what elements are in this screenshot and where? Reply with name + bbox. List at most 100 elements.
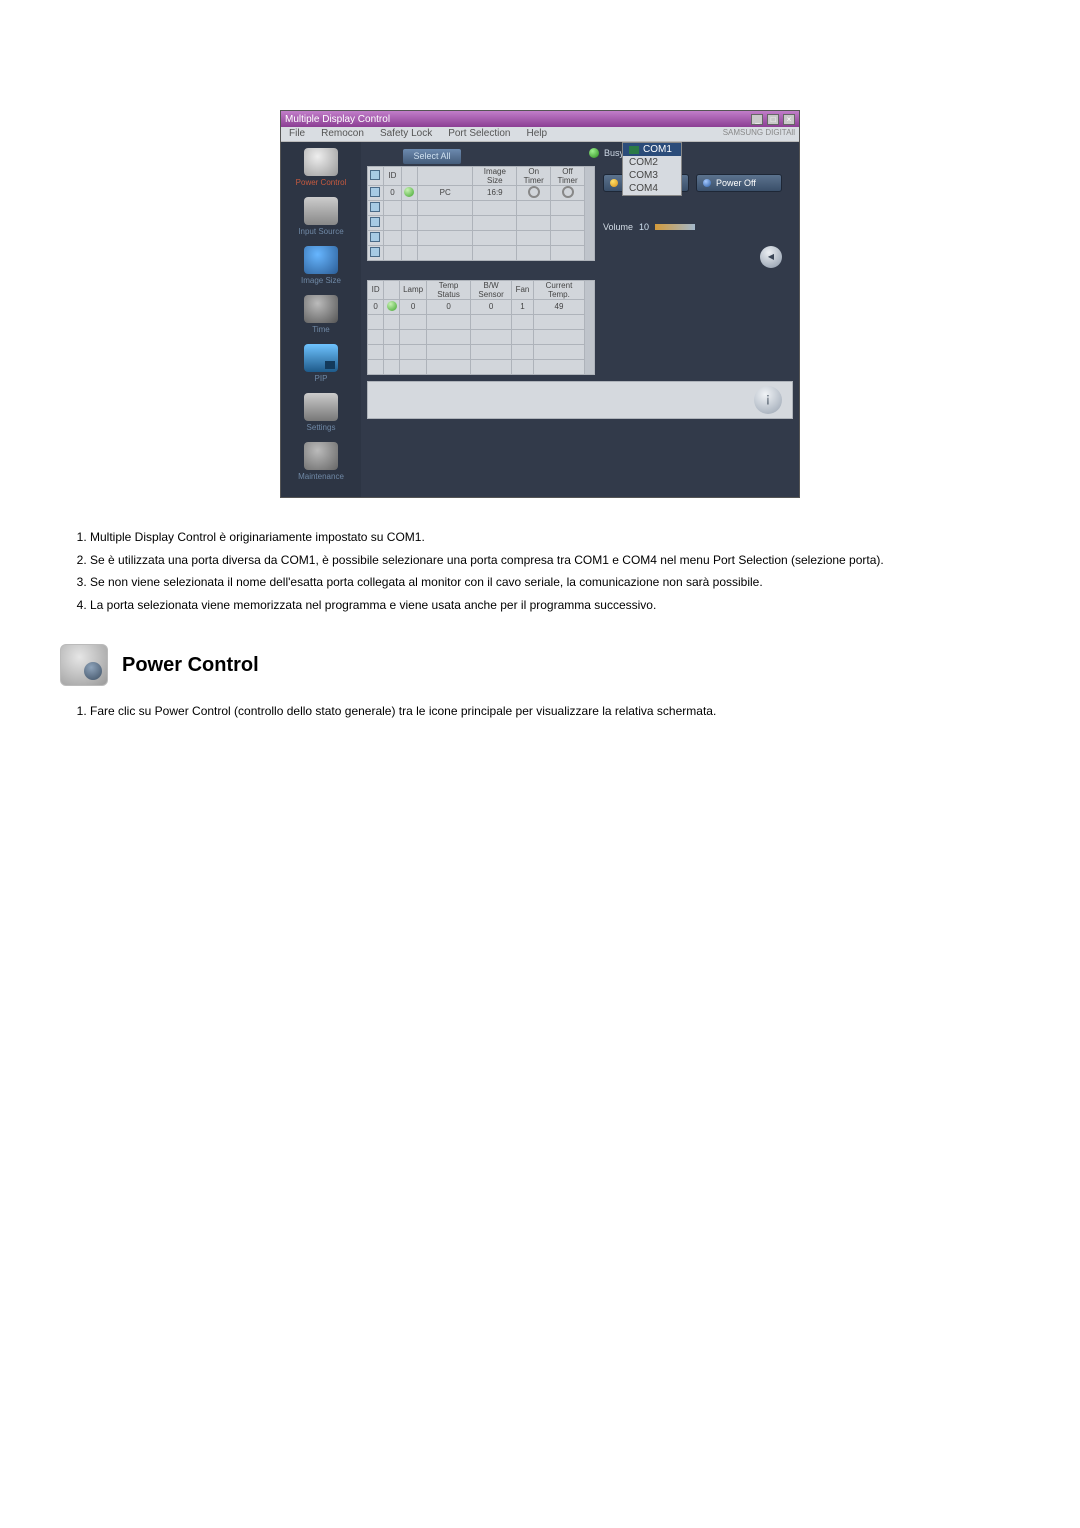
cell-bw: 0 xyxy=(471,299,512,314)
volume-slider[interactable] xyxy=(655,224,695,230)
table-row xyxy=(368,215,595,230)
info-button[interactable] xyxy=(754,386,782,414)
volume-label: Volume xyxy=(603,222,633,232)
table-row xyxy=(368,230,595,245)
row-checkbox[interactable] xyxy=(370,202,380,212)
cell-fan: 1 xyxy=(511,299,533,314)
input-source-icon xyxy=(304,197,338,225)
power-off-label: Power Off xyxy=(716,178,756,188)
col-id: ID xyxy=(368,280,384,299)
row-checkbox[interactable] xyxy=(370,217,380,227)
sidebar: Power Control Input Source Image Size Ti… xyxy=(281,142,361,497)
row-checkbox[interactable] xyxy=(370,232,380,242)
select-all-checkbox[interactable] xyxy=(370,170,380,180)
menu-safety-lock[interactable]: Safety Lock xyxy=(372,127,440,141)
menu-file[interactable]: File xyxy=(281,127,313,141)
menu-port-selection[interactable]: Port Selection xyxy=(440,127,518,141)
list-item: Fare clic su Power Control (controllo de… xyxy=(90,702,1020,721)
menu-help[interactable]: Help xyxy=(518,127,555,141)
upper-area: ID Image Size On Timer Off Timer 0 xyxy=(361,166,799,276)
power-icon xyxy=(304,148,338,176)
app-window: Multiple Display Control _ □ × File Remo… xyxy=(280,110,800,498)
port-selection-dropdown[interactable]: COM1 COM2 COM3 COM4 xyxy=(622,142,682,196)
titlebar: Multiple Display Control _ □ × xyxy=(281,111,799,127)
table-row xyxy=(368,329,595,344)
maximize-button[interactable]: □ xyxy=(767,114,779,125)
list-item: Multiple Display Control è originariamen… xyxy=(90,528,1020,547)
cell-size: 16:9 xyxy=(473,185,517,200)
table-row xyxy=(368,245,595,260)
table-row xyxy=(368,344,595,359)
cell-lamp: 0 xyxy=(400,299,426,314)
sidebar-item-maintenance[interactable]: Maintenance xyxy=(281,442,361,481)
section-notes: Fare clic su Power Control (controllo de… xyxy=(90,702,1020,721)
port-option-com2[interactable]: COM2 xyxy=(623,156,681,169)
sidebar-item-time[interactable]: Time xyxy=(281,295,361,334)
power-control-icon xyxy=(60,644,108,686)
sidebar-item-power-control[interactable]: Power Control xyxy=(281,148,361,187)
table-row xyxy=(368,359,595,374)
pip-icon xyxy=(304,344,338,372)
cell-cur: 49 xyxy=(534,299,585,314)
table-row: 0 0 0 0 1 49 xyxy=(368,299,595,314)
status-dot-icon xyxy=(404,187,414,197)
screenshot-container: Multiple Display Control _ □ × File Remo… xyxy=(60,110,1020,498)
row-checkbox[interactable] xyxy=(370,247,380,257)
sidebar-item-label: Settings xyxy=(281,423,361,432)
col-off-timer: Off Timer xyxy=(551,166,585,185)
window-title: Multiple Display Control xyxy=(285,114,390,125)
sidebar-item-input-source[interactable]: Input Source xyxy=(281,197,361,236)
col-bw-sensor: B/W Sensor xyxy=(471,280,512,299)
select-all-button[interactable]: Select All xyxy=(403,149,461,164)
col-id: ID xyxy=(383,166,401,185)
menu-remocon[interactable]: Remocon xyxy=(313,127,372,141)
volume-row: Volume 10 xyxy=(603,222,782,232)
list-item: La porta selezionata viene memorizzata n… xyxy=(90,596,1020,615)
section-title: Power Control xyxy=(122,654,259,677)
busy-dot-icon xyxy=(589,148,599,158)
port-option-com3[interactable]: COM3 xyxy=(623,169,681,182)
sidebar-item-label: Maintenance xyxy=(281,472,361,481)
window-controls: _ □ × xyxy=(750,114,795,125)
status-dot-icon xyxy=(387,301,397,311)
upper-grid-wrap: ID Image Size On Timer Off Timer 0 xyxy=(367,166,595,276)
on-timer-icon xyxy=(528,186,540,198)
speaker-button[interactable] xyxy=(760,246,782,268)
sidebar-item-label: Time xyxy=(281,325,361,334)
col-image-size: Image Size xyxy=(473,166,517,185)
sidebar-item-settings[interactable]: Settings xyxy=(281,393,361,432)
grid-header-row: ID Lamp Temp Status B/W Sensor Fan Curre… xyxy=(368,280,595,299)
footer-bar xyxy=(367,381,793,419)
sidebar-item-label: Image Size xyxy=(281,276,361,285)
col-temp-status: Temp Status xyxy=(426,280,471,299)
scrollbar[interactable] xyxy=(585,166,595,260)
time-icon xyxy=(304,295,338,323)
cell-id: 0 xyxy=(383,185,401,200)
maintenance-icon xyxy=(304,442,338,470)
display-grid: ID Image Size On Timer Off Timer 0 xyxy=(367,166,595,261)
cell-type: PC xyxy=(417,185,473,200)
port-option-com4[interactable]: COM4 xyxy=(623,182,681,195)
port-option-com1[interactable]: COM1 xyxy=(623,143,681,156)
volume-value: 10 xyxy=(639,222,649,232)
grid-header-row: ID Image Size On Timer Off Timer xyxy=(368,166,595,185)
busy-label: Busy xyxy=(604,148,624,158)
row-checkbox[interactable] xyxy=(370,187,380,197)
brand-label: SAMSUNG DIGITAll xyxy=(723,128,795,137)
col-current-temp: Current Temp. xyxy=(534,280,585,299)
power-off-dot-icon xyxy=(703,179,711,187)
minimize-button[interactable]: _ xyxy=(751,114,763,125)
content-row: Power Control Input Source Image Size Ti… xyxy=(281,142,799,497)
sidebar-item-image-size[interactable]: Image Size xyxy=(281,246,361,285)
busy-indicator: Busy xyxy=(553,142,624,160)
cell-id: 0 xyxy=(368,299,384,314)
table-row xyxy=(368,314,595,329)
image-size-icon xyxy=(304,246,338,274)
power-off-button[interactable]: Power Off xyxy=(696,174,782,192)
close-button[interactable]: × xyxy=(783,114,795,125)
scrollbar[interactable] xyxy=(584,280,594,374)
settings-icon xyxy=(304,393,338,421)
col-lamp: Lamp xyxy=(400,280,426,299)
sidebar-item-pip[interactable]: PIP xyxy=(281,344,361,383)
table-row: 0 PC 16:9 xyxy=(368,185,595,200)
